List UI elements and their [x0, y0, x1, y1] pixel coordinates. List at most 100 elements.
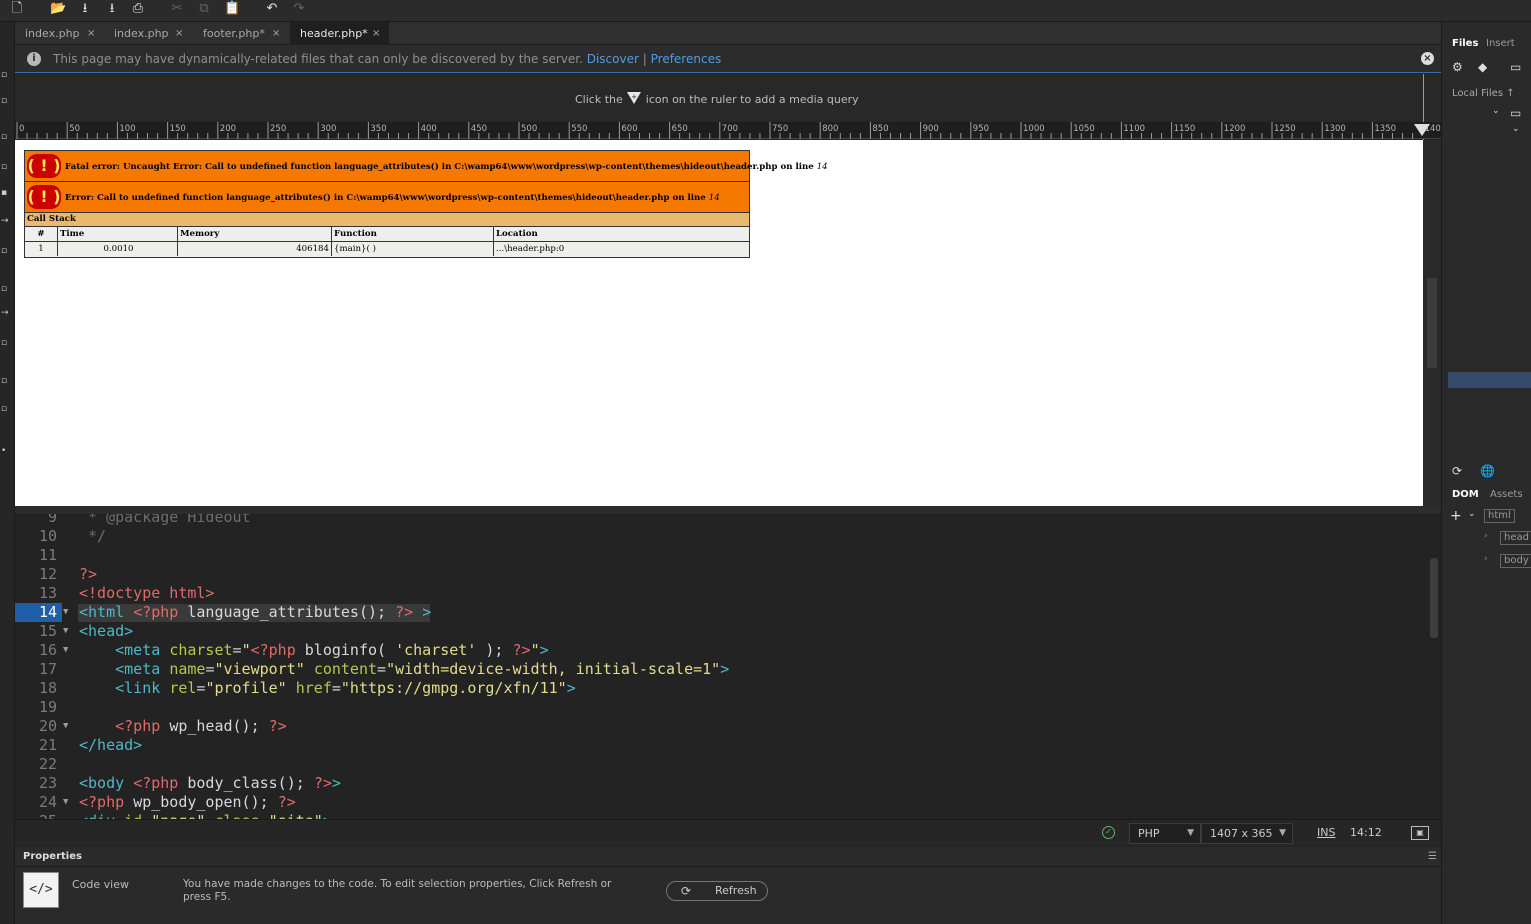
design-scrollbar[interactable] [1423, 140, 1441, 506]
tab-files[interactable]: Files [1452, 38, 1478, 49]
folder-icon[interactable]: ▭ [1510, 106, 1521, 120]
dom-node-head[interactable]: head [1500, 531, 1531, 545]
dom-node-body[interactable]: body [1500, 554, 1531, 568]
code-text[interactable]: <body <?php body_class(); ?>> [79, 774, 341, 793]
tool-icon[interactable]: → [1, 216, 11, 226]
chevron-right-icon[interactable]: › [1484, 554, 1488, 564]
globe-icon[interactable]: 🌐 [1480, 464, 1495, 478]
code-line[interactable]: 17 <meta name="viewport" content="width=… [15, 660, 1427, 679]
code-line[interactable]: 16 ▼ <meta charset="<?php bloginfo( 'char… [15, 641, 1427, 660]
tab-close-icon[interactable]: × [372, 22, 380, 45]
code-text[interactable]: <meta name="viewport" content="width=dev… [79, 660, 729, 679]
connect-icon[interactable]: ⚙ [1452, 60, 1463, 74]
code-text[interactable]: <html <?php language_attributes(); ?> > [79, 603, 431, 622]
tab-close-icon[interactable]: × [272, 22, 280, 45]
scroll-thumb[interactable] [1427, 278, 1437, 368]
code-text[interactable]: <!doctype html> [79, 584, 214, 603]
fold-icon[interactable]: ▼ [63, 793, 68, 812]
save-icon[interactable]: ⭳ [77, 2, 93, 16]
tool-icon[interactable]: ▫ [1, 132, 11, 142]
tab-close-icon[interactable]: × [87, 22, 95, 45]
tab-header-php[interactable]: header.php* × [290, 22, 389, 45]
code-line[interactable]: 11 [15, 546, 1427, 565]
media-query-bar[interactable]: Click the + icon on the ruler to add a m… [15, 74, 1441, 140]
code-text[interactable]: <head> [79, 622, 133, 641]
view-splitter[interactable] [15, 506, 1441, 514]
folder-icon[interactable]: ▭ [1510, 60, 1521, 74]
save-all-icon[interactable]: ⭳ [104, 2, 120, 16]
ruler[interactable]: 0 50 100 150 200 250 300 350 400 450 500 550 600 650 7… [15, 122, 1446, 139]
dom-node-html[interactable]: html [1484, 509, 1515, 523]
design-view[interactable]: ( ! ) Fatal error: Uncaught Error: Call … [15, 140, 1423, 506]
preview-icon[interactable]: ▣ [1411, 826, 1429, 840]
tab-footer-php[interactable]: footer.php* × [193, 22, 290, 45]
tool-icon[interactable]: ▫ [1, 162, 11, 172]
new-file-icon[interactable]: 🗋 [9, 2, 25, 16]
preferences-link[interactable]: Preferences [651, 52, 722, 66]
window-size-select[interactable]: 1407 x 365 ▼ [1201, 823, 1293, 844]
code-line[interactable]: 22 [15, 755, 1427, 774]
menu-icon[interactable]: ☰ [1428, 847, 1437, 867]
chevron-down-icon[interactable]: ⌄ [1512, 124, 1520, 134]
code-line[interactable]: 14 ▼ <html <?php language_attributes(); ?>… [15, 603, 1427, 622]
code-text[interactable]: </head> [79, 736, 142, 755]
tab-insert[interactable]: Insert [1486, 38, 1515, 49]
redo-icon[interactable]: ↷ [291, 2, 307, 16]
refresh-icon[interactable]: ⟳ [1452, 464, 1462, 478]
fold-icon[interactable]: ▼ [63, 622, 68, 641]
discover-link[interactable]: Discover [587, 52, 639, 66]
code-line[interactable]: 23 <body <?php body_class(); ?>> [15, 774, 1427, 793]
insert-mode-indicator[interactable]: INS [1317, 826, 1335, 839]
code-line[interactable]: 13 <!doctype html> [15, 584, 1427, 603]
add-icon[interactable]: + [1450, 508, 1462, 524]
copy-icon[interactable]: ⧉ [196, 2, 212, 16]
tool-icon[interactable]: ▫ [1, 338, 11, 348]
cut-icon[interactable]: ✂ [169, 2, 185, 16]
tool-icon[interactable]: → [1, 308, 11, 318]
tab-dom[interactable]: DOM [1452, 489, 1479, 500]
fold-icon[interactable]: ▼ [63, 717, 68, 736]
code-line[interactable]: 9 * @package Hideout [15, 514, 1427, 527]
code-text[interactable]: <?php wp_head(); ?> [79, 717, 287, 736]
paste-icon[interactable]: 📋 [224, 2, 240, 16]
tool-icon[interactable]: ▫ [1, 376, 11, 386]
code-line[interactable]: 18 <link rel="profile" href="https://gmp… [15, 679, 1427, 698]
language-select[interactable]: PHP ▼ [1129, 823, 1201, 844]
tool-icon[interactable]: ▫ [1, 404, 11, 414]
code-text[interactable]: <div id="page" class="site"> [79, 812, 332, 819]
tool-icon[interactable]: ▫ [1, 70, 11, 80]
chevron-down-icon[interactable]: ⌄ [1468, 509, 1476, 519]
code-line[interactable]: 25 <div id="page" class="site"> [15, 812, 1427, 819]
tool-icon[interactable]: • [1, 446, 11, 456]
close-icon[interactable]: × [1421, 52, 1434, 65]
chevron-right-icon[interactable]: › [1484, 531, 1488, 541]
undo-icon[interactable]: ↶ [264, 2, 280, 16]
tab-assets[interactable]: Assets [1490, 489, 1523, 500]
tool-icon[interactable]: ▫ [1, 96, 11, 106]
scroll-thumb[interactable] [1430, 558, 1438, 638]
local-files-label[interactable]: Local Files ↑ [1452, 88, 1515, 99]
tool-icon[interactable]: ▫ [1, 246, 11, 256]
code-line[interactable]: 19 [15, 698, 1427, 717]
code-text[interactable]: ?> [79, 565, 97, 584]
code-text[interactable]: <?php wp_body_open(); ?> [79, 793, 296, 812]
tool-icon[interactable]: ▫ [1, 284, 11, 294]
code-text[interactable]: * @package Hideout [79, 514, 251, 527]
code-scrollbar[interactable] [1428, 514, 1441, 819]
print-icon[interactable]: ⎙ [130, 2, 146, 16]
chevron-down-icon[interactable]: ⌄ [1492, 106, 1500, 116]
git-icon[interactable]: ◆ [1478, 60, 1487, 74]
tab-index-php-2[interactable]: index.php × [104, 22, 193, 45]
tab-index-php-1[interactable]: index.php × [15, 22, 104, 45]
fold-icon[interactable]: ▼ [63, 603, 68, 622]
code-line[interactable]: 24 ▼ <?php wp_body_open(); ?> [15, 793, 1427, 812]
code-text[interactable]: <link rel="profile" href="https://gmpg.o… [79, 679, 576, 698]
refresh-button[interactable]: ⟳ Refresh [666, 881, 768, 901]
selected-file-row[interactable] [1448, 372, 1531, 388]
code-view[interactable]: 9 * @package Hideout 10 */11 12 ?> 13 <!docty… [15, 514, 1441, 819]
code-line[interactable]: 12 ?> [15, 565, 1427, 584]
tab-close-icon[interactable]: × [175, 22, 183, 45]
code-text[interactable]: */ [79, 527, 106, 546]
tool-icon[interactable]: ▪ [1, 188, 11, 198]
open-folder-icon[interactable]: 📂 [50, 2, 66, 16]
